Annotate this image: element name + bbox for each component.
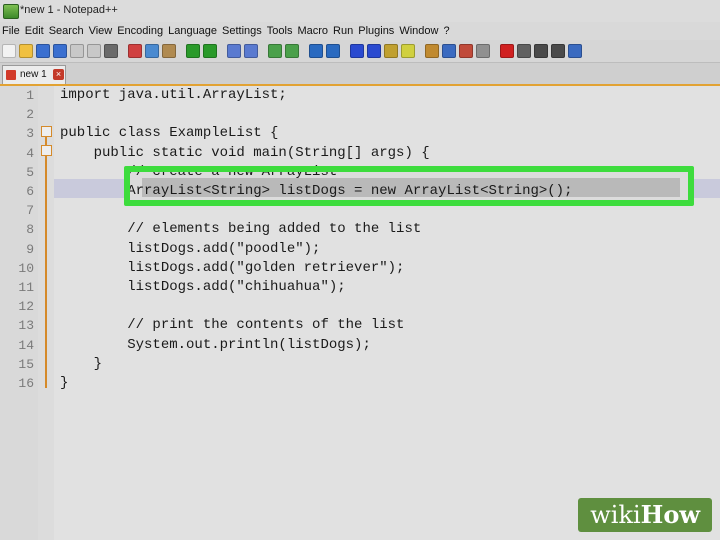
cut-icon[interactable] <box>128 44 142 58</box>
toolbar-separator <box>493 44 497 58</box>
line-number: 5 <box>26 164 34 180</box>
menu-tools[interactable]: Tools <box>267 25 293 37</box>
save-icon[interactable] <box>36 44 50 58</box>
code-text: listDogs.add("chihuahua"); <box>60 279 346 295</box>
line-number: 9 <box>26 241 34 257</box>
code-text: import java.util.ArrayList; <box>60 87 287 103</box>
code-text: public class ExampleList { <box>60 125 279 142</box>
menu-search[interactable]: Search <box>49 25 84 37</box>
line-number: 13 <box>18 318 34 334</box>
redo-icon[interactable] <box>203 44 217 58</box>
function-list-icon[interactable] <box>442 44 456 58</box>
code-text: // print the contents of the list <box>60 317 405 334</box>
close-icon[interactable] <box>70 44 84 58</box>
menu-edit[interactable]: Edit <box>25 25 44 37</box>
line-number: 7 <box>26 203 34 219</box>
highlight-box <box>124 166 694 206</box>
print-icon[interactable] <box>104 44 118 58</box>
line-number: 11 <box>18 280 34 295</box>
undo-icon[interactable] <box>186 44 200 58</box>
paste-icon[interactable] <box>162 44 176 58</box>
toolbar-separator <box>220 44 224 58</box>
line-number: 16 <box>18 376 34 391</box>
title-bar: *new 1 - Notepad++ <box>0 0 720 22</box>
zoom-in-icon[interactable] <box>268 44 282 58</box>
sync-v-icon[interactable] <box>309 44 323 58</box>
tab-bar: new 1 × <box>0 63 720 86</box>
menu-plugins[interactable]: Plugins <box>358 25 394 37</box>
fold-line <box>45 130 47 388</box>
line-number: 15 <box>18 356 34 372</box>
doc-map-icon[interactable] <box>425 44 439 58</box>
toolbar-separator <box>418 44 422 58</box>
line-number: 2 <box>26 107 34 123</box>
toolbar-separator <box>179 44 183 58</box>
line-number: 12 <box>18 299 34 315</box>
fold-toggle-class[interactable] <box>41 126 52 137</box>
toolbar-separator <box>343 44 347 58</box>
toolbar-separator <box>121 44 125 58</box>
new-file-icon[interactable] <box>2 44 16 58</box>
code-text: listDogs.add("poodle"); <box>60 240 321 257</box>
code-text: } <box>60 355 103 372</box>
code-text: // elements being added to the list <box>60 221 422 238</box>
show-all-icon[interactable] <box>367 44 381 58</box>
toolbar-separator <box>302 44 306 58</box>
play-icon[interactable] <box>534 44 548 58</box>
line-number: 10 <box>18 260 34 276</box>
menu-bar: File Edit Search View Encoding Language Settin… <box>0 22 720 40</box>
toolbar-separator <box>261 44 265 58</box>
menu-view[interactable]: View <box>89 25 113 37</box>
line-number: 14 <box>18 337 34 353</box>
close-tab-icon[interactable]: × <box>53 69 64 80</box>
stop-icon[interactable] <box>517 44 531 58</box>
code-text: System.out.println(listDogs); <box>60 336 371 353</box>
folder-icon[interactable] <box>459 44 473 58</box>
fold-toggle-main[interactable] <box>41 145 52 156</box>
replace-icon[interactable] <box>244 44 258 58</box>
line-number: 3 <box>26 126 34 142</box>
menu-window[interactable]: Window <box>399 25 438 37</box>
word-wrap-icon[interactable] <box>350 44 364 58</box>
play-multi-icon[interactable] <box>551 44 565 58</box>
monitor-icon[interactable] <box>476 44 490 58</box>
toolbar <box>0 40 720 63</box>
save-macro-icon[interactable] <box>568 44 582 58</box>
line-number: 8 <box>26 222 34 238</box>
tab-label: new 1 <box>20 69 47 80</box>
copy-icon[interactable] <box>145 44 159 58</box>
code-text: public static void main(String[] args) { <box>60 144 430 161</box>
window-title: *new 1 - Notepad++ <box>20 4 118 16</box>
code-text: } <box>60 375 69 391</box>
open-file-icon[interactable] <box>19 44 33 58</box>
record-icon[interactable] <box>500 44 514 58</box>
menu-encoding[interactable]: Encoding <box>117 25 163 37</box>
unsaved-icon <box>6 70 16 80</box>
line-number: 4 <box>26 145 34 161</box>
menu-language[interactable]: Language <box>168 25 217 37</box>
close-all-icon[interactable] <box>87 44 101 58</box>
notepadpp-icon <box>3 4 19 19</box>
wikihow-logo: wikiHow <box>578 498 712 532</box>
menu-file[interactable]: File <box>2 25 20 37</box>
menu-settings[interactable]: Settings <box>222 25 262 37</box>
line-number: 6 <box>26 184 34 199</box>
code-text: listDogs.add("golden retriever"); <box>60 259 405 276</box>
lang-icon[interactable] <box>401 44 415 58</box>
menu-help[interactable]: ? <box>443 25 449 37</box>
menu-run[interactable]: Run <box>333 25 353 37</box>
save-all-icon[interactable] <box>53 44 67 58</box>
sync-h-icon[interactable] <box>326 44 340 58</box>
tab-new-1[interactable]: new 1 × <box>2 65 66 84</box>
editor[interactable]: 1 import java.util.ArrayList; 2 3 public cla… <box>0 86 720 540</box>
zoom-out-icon[interactable] <box>285 44 299 58</box>
line-number: 1 <box>26 88 34 103</box>
find-icon[interactable] <box>227 44 241 58</box>
menu-macro[interactable]: Macro <box>297 25 328 37</box>
indent-guide-icon[interactable] <box>384 44 398 58</box>
